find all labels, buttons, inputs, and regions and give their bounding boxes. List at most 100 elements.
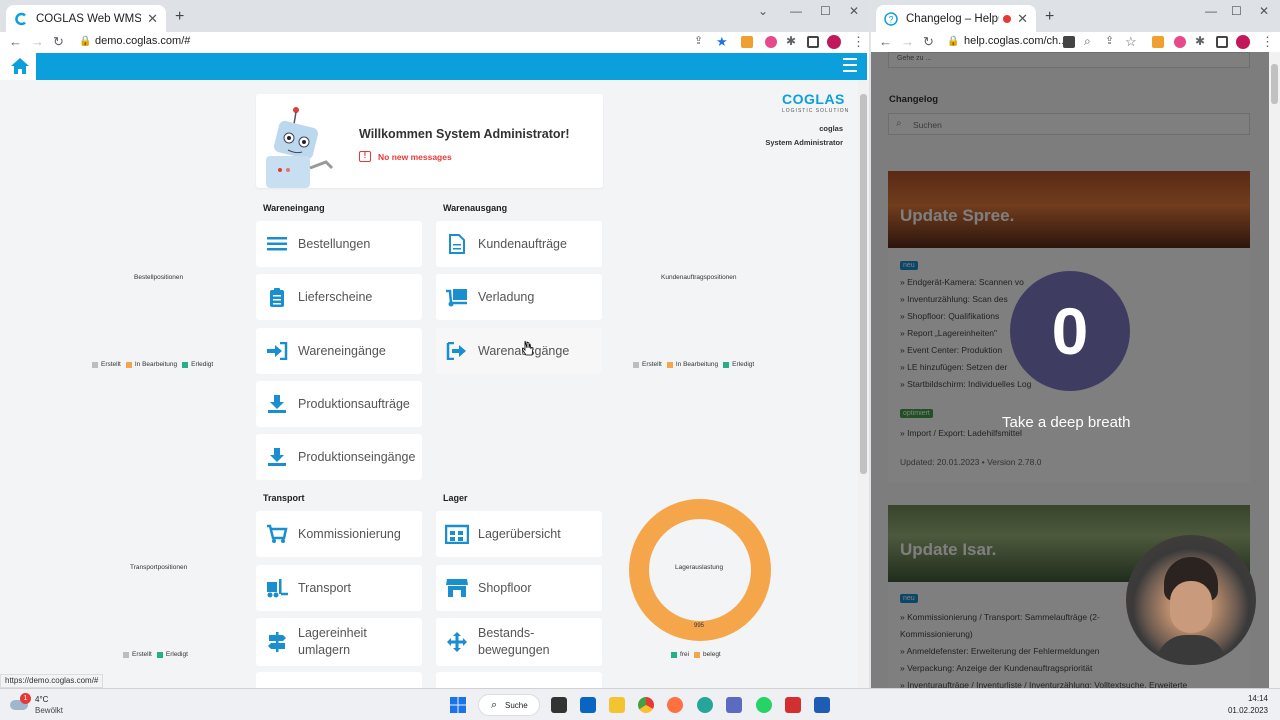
back-arrow-icon[interactable]: ← — [9, 34, 22, 49]
task-view-icon[interactable] — [551, 697, 567, 713]
back-arrow-icon[interactable]: ← — [879, 34, 892, 49]
cart-icon — [264, 522, 290, 546]
chrome-icon[interactable] — [638, 697, 654, 713]
tile-bestandsbewegungen[interactable]: Bestands-bewegungen — [436, 618, 602, 666]
close-tab-icon[interactable]: ✕ — [1017, 11, 1028, 27]
sidepanel-icon[interactable] — [1216, 36, 1228, 48]
tile-label: Lagereinheit umlagern — [298, 626, 367, 657]
help-scrollbar[interactable] — [1269, 52, 1280, 688]
puzzle-icon[interactable]: ✱ — [786, 34, 796, 48]
tile-partial[interactable] — [436, 672, 602, 688]
whatsapp-icon[interactable] — [756, 697, 772, 713]
tile-shopfloor[interactable]: Shopfloor — [436, 565, 602, 611]
profile-avatar-icon[interactable] — [827, 35, 841, 49]
zoom-icon[interactable]: ⌕ — [1084, 34, 1091, 49]
windows-start-icon[interactable] — [450, 697, 466, 713]
move-arrows-icon — [444, 630, 470, 654]
close-window-icon[interactable]: ✕ — [849, 4, 859, 18]
word-icon[interactable] — [814, 697, 830, 713]
section-wareneingang: Wareneingang — [263, 203, 325, 213]
clock-date[interactable]: 01.02.2023 — [1228, 706, 1268, 715]
url-field[interactable]: demo.coglas.com/# — [95, 35, 190, 47]
profile-avatar-icon[interactable] — [1236, 35, 1250, 49]
puzzle-icon[interactable]: ✱ — [1195, 34, 1205, 48]
tile-kommissionierung[interactable]: Kommissionierung — [256, 511, 422, 557]
tab-strip: ? Changelog – HelpCenter ✕ + — ☐ ✕ — [871, 0, 1280, 32]
sign-in-icon — [264, 339, 290, 363]
home-icon[interactable] — [10, 57, 30, 75]
share-icon[interactable]: ⇪ — [1105, 34, 1114, 47]
extension-icon[interactable] — [741, 36, 753, 48]
minimize-icon[interactable]: — — [1205, 4, 1217, 18]
notification-badge: 1 — [20, 693, 31, 704]
tile-produktionseingaenge[interactable]: Produktionseingänge — [256, 434, 422, 480]
close-tab-icon[interactable]: ✕ — [147, 11, 158, 27]
extension-color-icon[interactable] — [765, 36, 777, 48]
store-icon — [444, 576, 470, 600]
teams-icon[interactable] — [726, 697, 742, 713]
tile-bestellungen[interactable]: Bestellungen — [256, 221, 422, 267]
firefox-icon[interactable] — [667, 697, 683, 713]
breath-caption: Take a deep breath — [1002, 414, 1131, 431]
url-field[interactable]: help.coglas.com/ch... — [964, 35, 1067, 47]
legend-item: Erledigt — [165, 651, 188, 658]
chevron-down-icon[interactable]: ⌄ — [758, 4, 768, 18]
dashboard: Willkommen System Administrator! ! No ne… — [0, 80, 858, 688]
user-role: System Administrator — [765, 138, 843, 147]
tab-helpcenter[interactable]: ? Changelog – HelpCenter ✕ — [876, 5, 1036, 32]
section-warenausgang: Warenausgang — [443, 203, 508, 213]
taskbar-search[interactable]: ⌕ Suche — [478, 694, 540, 716]
extension-icon[interactable] — [1152, 36, 1164, 48]
reload-icon[interactable]: ↻ — [53, 34, 64, 50]
tile-produktionsauftraege[interactable]: Produktionsaufträge — [256, 381, 422, 427]
share-icon[interactable]: ⇪ — [694, 34, 703, 47]
sidepanel-icon[interactable] — [807, 36, 819, 48]
messages-status[interactable]: No new messages — [378, 152, 452, 162]
reload-icon[interactable]: ↻ — [923, 34, 934, 50]
tab-coglas-wms[interactable]: COGLAS Web WMS ✕ — [6, 5, 166, 32]
forklift-icon — [264, 576, 290, 600]
more-menu-icon[interactable]: ⋮ — [1261, 34, 1274, 50]
legend-item: Erstellt — [101, 361, 121, 368]
svg-text:?: ? — [889, 14, 894, 24]
tile-wareneingaenge[interactable]: Wareneingänge — [256, 328, 422, 374]
maximize-icon[interactable]: ☐ — [820, 4, 831, 18]
close-window-icon[interactable]: ✕ — [1259, 4, 1269, 18]
tile-lieferscheine[interactable]: Lieferscheine — [256, 274, 422, 320]
forward-arrow-icon[interactable]: → — [31, 34, 44, 49]
windows-taskbar: 1 4°C Bewölkt ⌕ Suche 14:14 01.02.2023 — [0, 688, 1280, 720]
bookmark-star-icon[interactable]: ☆ — [1125, 34, 1137, 50]
camera-icon[interactable] — [1063, 36, 1075, 48]
maximize-icon[interactable]: ☐ — [1231, 4, 1242, 18]
tile-label: Transport — [298, 581, 352, 595]
acrobat-icon[interactable] — [785, 697, 801, 713]
forward-arrow-icon[interactable]: → — [901, 34, 914, 49]
chat-app-icon[interactable] — [697, 697, 713, 713]
extension-color-icon[interactable] — [1174, 36, 1186, 48]
tile-kundenauftraege[interactable]: Kundenaufträge — [436, 221, 602, 267]
coglas-favicon-icon — [15, 12, 26, 25]
more-menu-icon[interactable]: ⋮ — [852, 34, 865, 50]
bookmark-star-icon[interactable]: ★ — [716, 34, 728, 50]
app-header-bar — [36, 53, 867, 80]
tile-warenausgaenge[interactable]: Warenausgänge — [436, 328, 602, 374]
tile-lagereinheit-umlagern[interactable]: Lagereinheit umlagern — [256, 618, 422, 666]
tile-verladung[interactable]: Verladung — [436, 274, 602, 320]
tile-lageruebersicht[interactable]: Lagerübersicht — [436, 511, 602, 557]
tile-transport[interactable]: Transport — [256, 565, 422, 611]
tile-partial[interactable] — [256, 672, 422, 688]
new-tab-icon[interactable]: + — [175, 8, 184, 26]
file-explorer-icon[interactable] — [609, 697, 625, 713]
tile-label: Kommissionierung — [298, 527, 401, 541]
scrollbar-thumb[interactable] — [860, 94, 867, 474]
logo-tagline: LOGISTIC SOLUTION — [782, 108, 850, 114]
weather-widget[interactable]: 1 — [10, 693, 31, 712]
outlook-icon[interactable] — [580, 697, 596, 713]
minimize-icon[interactable]: — — [790, 4, 802, 18]
clock-time[interactable]: 14:14 — [1248, 694, 1268, 703]
new-tab-icon[interactable]: + — [1045, 8, 1054, 26]
page-scrollbar[interactable] — [858, 80, 869, 688]
welcome-title: Willkommen System Administrator! — [359, 127, 570, 141]
hamburger-menu-icon[interactable] — [843, 58, 857, 72]
scrollbar-thumb[interactable] — [1271, 64, 1278, 104]
